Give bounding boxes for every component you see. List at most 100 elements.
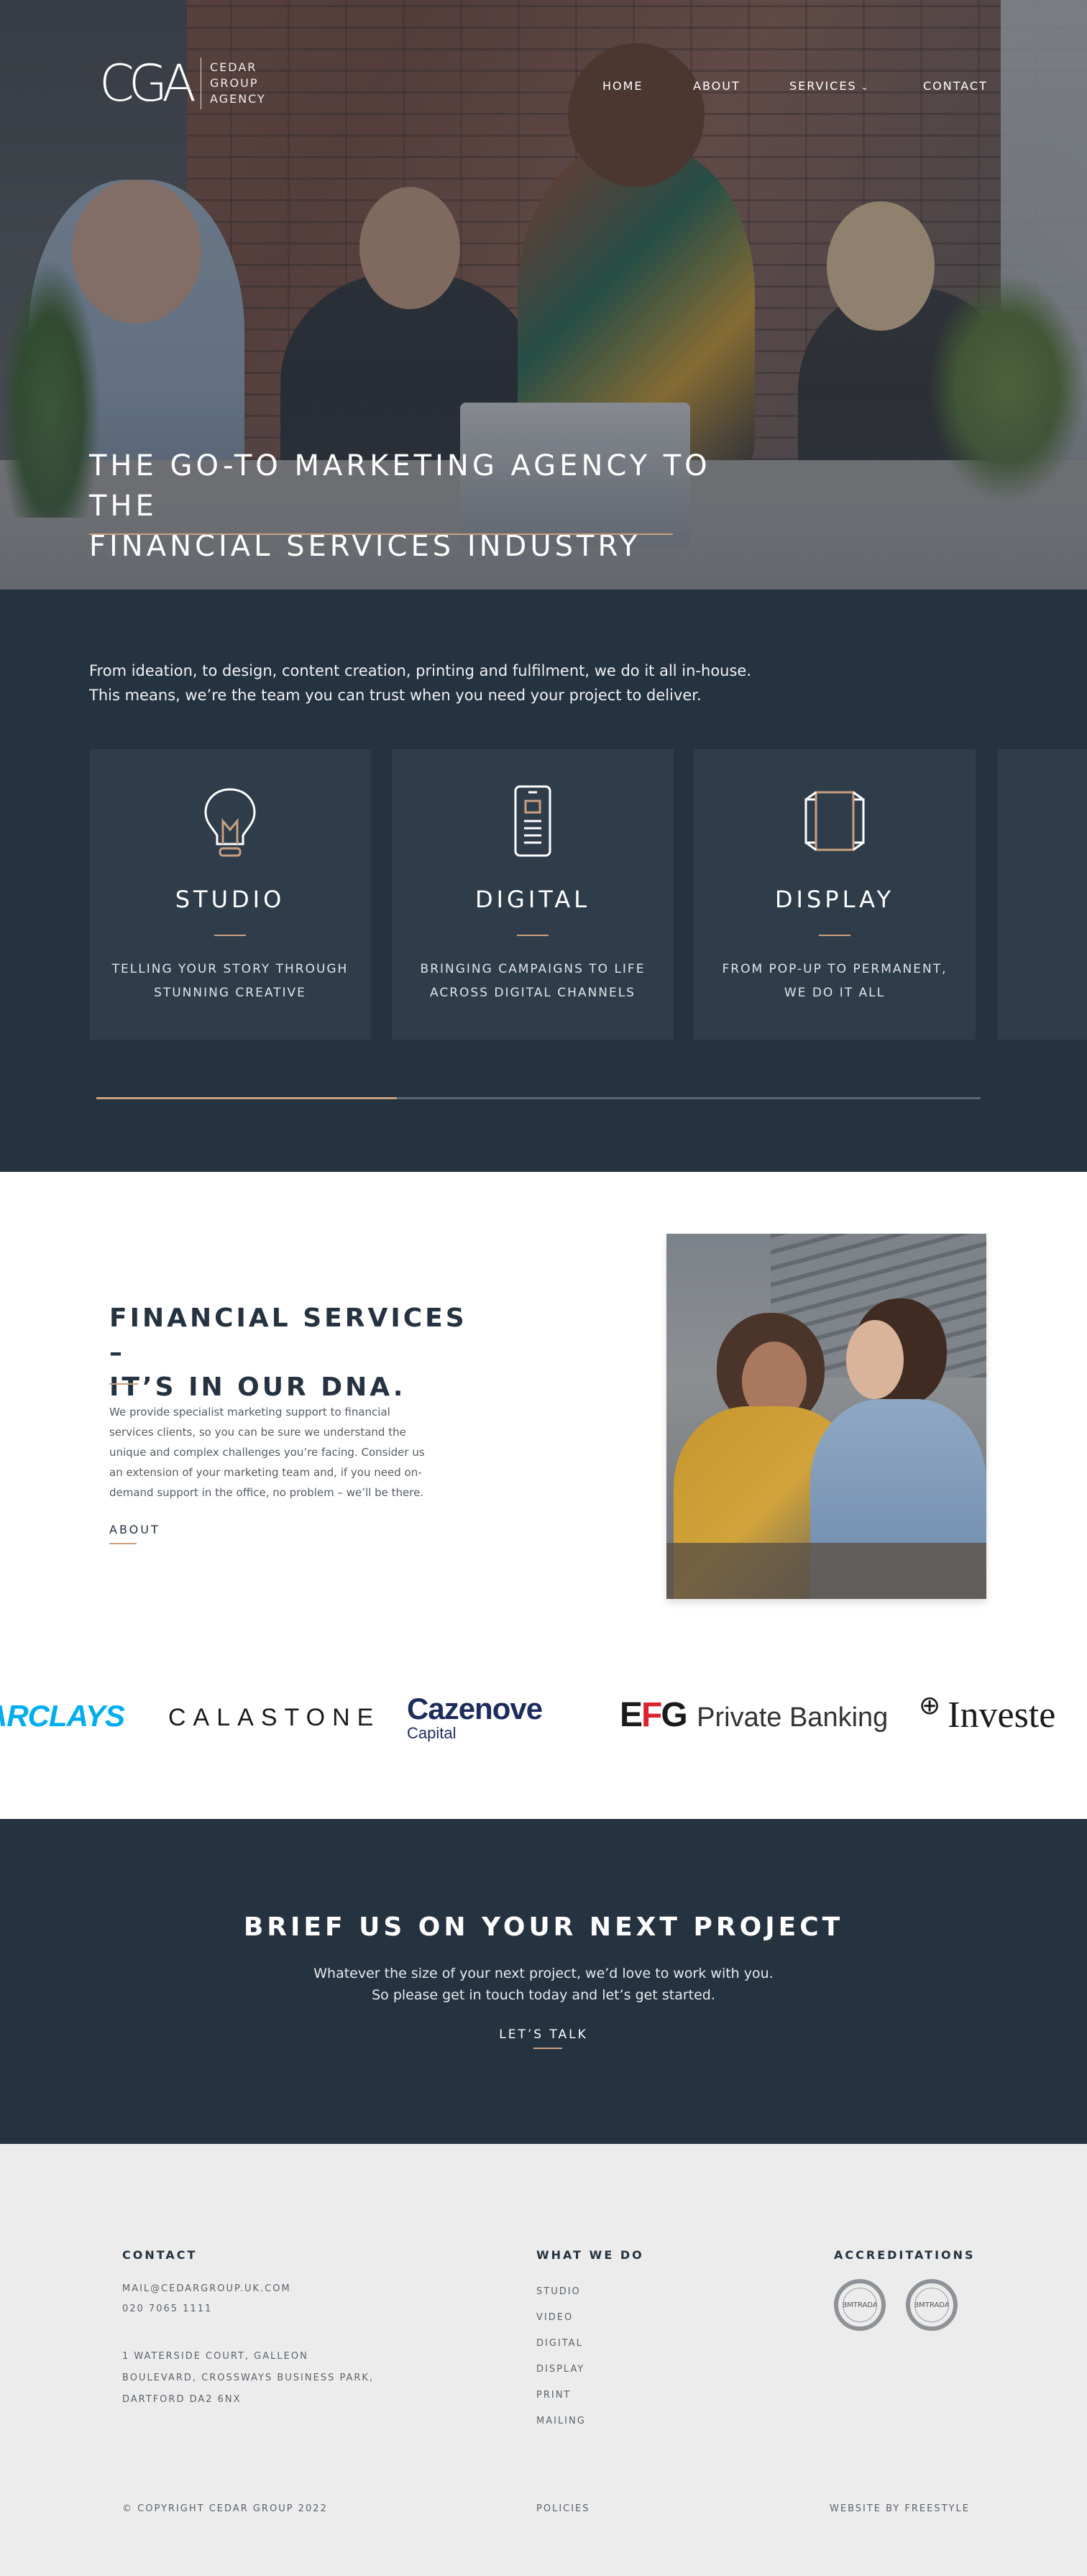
footer-link-print[interactable]: PRINT	[536, 2390, 571, 2401]
accreditation-badge-text: BMTRADA	[914, 2301, 950, 2309]
footer-link-studio[interactable]: STUDIO	[536, 2286, 581, 2297]
lightbulb-icon	[204, 788, 256, 857]
footer-address-line: BOULEVARD, CROSSWAYS BUSINESS PARK,	[122, 2373, 375, 2383]
footer-address-line: DARTFORD DA2 6NX	[122, 2394, 242, 2405]
financial-accent-rule	[109, 1383, 138, 1385]
services-intro: From ideation, to design, content creati…	[89, 659, 808, 707]
service-card-rule	[819, 935, 850, 936]
financial-title: FINANCIAL SERVICES – IT’S IN OUR DNA.	[109, 1301, 483, 1405]
client-logo-cazenove-name: Cazenove	[407, 1692, 543, 1725]
nav-services-label: SERVICES	[789, 79, 857, 93]
logo-word: CEDAR	[210, 60, 257, 74]
service-card-description-line: WE DO IT ALL	[784, 986, 886, 1000]
service-card-title: DIGITAL	[474, 886, 591, 913]
client-logo-efg: EFG Private Banking	[620, 1698, 888, 1733]
logo-word: GROUP	[210, 76, 259, 90]
lets-talk-underline	[533, 2048, 562, 2049]
cta-description-line: Whatever the size of your next project, …	[313, 1966, 774, 1981]
carousel-scrollbar-thumb[interactable]	[96, 1097, 398, 1099]
footer-contact-heading: CONTACT	[122, 2248, 198, 2262]
financial-title-line: IT’S IN OUR DNA.	[109, 1372, 406, 1402]
client-logo-calastone: CALASTONE	[168, 1704, 381, 1731]
footer-link-display[interactable]: DISPLAY	[536, 2364, 584, 2375]
photo-table	[666, 1543, 986, 1599]
site-footer: CONTACT MAIL@CEDARGROUP.UK.COM 020 7065 …	[0, 2144, 1087, 2576]
chevron-down-icon: ⌄	[861, 82, 870, 92]
logo-wordmark: CEDAR GROUP AGENCY	[210, 60, 266, 107]
client-logo-efg-mark: EFG	[620, 1696, 688, 1734]
footer-link-video[interactable]: VIDEO	[536, 2312, 573, 2323]
footer-copyright: © COPYRIGHT CEDAR GROUP 2022	[122, 2503, 328, 2514]
footer-email-link[interactable]: MAIL@CEDARGROUP.UK.COM	[122, 2283, 291, 2294]
footer-address-line: 1 WATERSIDE COURT, GALLEON	[122, 2351, 308, 2362]
services-section: From ideation, to design, content creati…	[0, 590, 1087, 1172]
nav-services-link[interactable]: SERVICES ⌄	[789, 79, 870, 93]
client-logo-cazenove-sub: Capital	[407, 1724, 457, 1742]
financial-section: FINANCIAL SERVICES – IT’S IN OUR DNA. We…	[0, 1172, 1087, 1625]
service-card-description-line: BRINGING CAMPAIGNS TO LIFE	[420, 962, 646, 976]
footer-what-we-do-heading: WHAT WE DO	[536, 2248, 644, 2262]
nav-home-link[interactable]: HOME	[602, 79, 643, 93]
hero-title: THE GO-TO MARKETING AGENCY TO THE FINANC…	[89, 446, 736, 567]
service-card-title: DISPLAY	[774, 886, 895, 913]
about-link[interactable]: ABOUT	[109, 1523, 160, 1536]
cta-description-line: So please get in touch today and let’s g…	[372, 1987, 715, 2003]
client-logo-investec-text: Investe	[948, 1695, 1056, 1736]
mobile-phone-icon	[514, 785, 551, 857]
cta-description: Whatever the size of your next project, …	[0, 1963, 1087, 2006]
service-card-description-line: FROM POP-UP TO PERMANENT,	[722, 962, 948, 976]
cta-title: BRIEF US ON YOUR NEXT PROJECT	[243, 1912, 844, 1942]
financial-description: We provide specialist marketing support …	[109, 1406, 425, 1499]
hero-title-line: THE GO-TO MARKETING AGENCY TO THE	[89, 449, 711, 523]
logo-mark: CGA	[99, 54, 196, 113]
footer-phone-link[interactable]: 020 7065 1111	[122, 2304, 212, 2314]
about-link-underline	[109, 1543, 137, 1544]
service-card-digital[interactable]: DIGITAL BRINGING CAMPAIGNS TO LIFE ACROS…	[392, 749, 674, 1040]
hero-accent-rule	[89, 533, 673, 535]
cta-section: BRIEF US ON YOUR NEXT PROJECT Whatever t…	[0, 1819, 1087, 2144]
service-card-description: TELLING YOUR STORY THROUGH STUNNING CREA…	[89, 958, 371, 1005]
financial-title-line: FINANCIAL SERVICES –	[109, 1303, 467, 1367]
service-card-rule	[517, 935, 549, 936]
client-logo-efg-text: Private Banking	[697, 1702, 889, 1733]
services-intro-line: From ideation, to design, content creati…	[89, 662, 752, 679]
client-logo-cazenove: Cazenove Capital	[407, 1692, 543, 1742]
nav-contact-link[interactable]: CONTACT	[923, 79, 988, 93]
client-logo-efg-letter: F	[641, 1696, 662, 1734]
footer-credit-link[interactable]: WEBSITE BY FREESTYLE	[830, 2503, 970, 2514]
service-card-studio[interactable]: STUDIO TELLING YOUR STORY THROUGH STUNNI…	[89, 749, 371, 1040]
service-card-display[interactable]: DISPLAY FROM POP-UP TO PERMANENT, WE DO …	[694, 749, 976, 1040]
service-card-description-line: STUNNING CREATIVE	[154, 986, 306, 1000]
client-logo-investec: ⊕ Investe	[919, 1692, 1056, 1736]
service-card-description: BRINGING CAMPAIGNS TO LIFE ACROSS DIGITA…	[392, 958, 674, 1005]
service-card-rule	[214, 935, 246, 936]
crosshair-icon: ⊕	[919, 1691, 941, 1720]
logo-word: AGENCY	[210, 92, 266, 106]
lets-talk-link[interactable]: LET’S TALK	[0, 2027, 1087, 2042]
service-card-partial[interactable]	[997, 749, 1087, 1040]
footer-link-digital[interactable]: DIGITAL	[536, 2338, 583, 2349]
client-logo-barclays: ARCLAYS	[0, 1699, 125, 1733]
footer-policies-link[interactable]: POLICIES	[536, 2503, 590, 2514]
carousel-scrollbar[interactable]	[96, 1097, 981, 1099]
hero-section: CGA CEDAR GROUP AGENCY HOME ABOUT SERVIC…	[0, 0, 1087, 590]
client-logo-efg-letter: E	[620, 1696, 643, 1734]
service-card-description-line: TELLING YOUR STORY THROUGH	[111, 962, 349, 976]
accreditation-badge-text: BMTRADA	[842, 2301, 878, 2309]
display-stand-icon	[804, 791, 865, 851]
accreditation-badge: BMTRADA	[906, 2279, 958, 2331]
financial-photo	[666, 1234, 986, 1599]
service-card-title: STUDIO	[175, 886, 285, 913]
nav-about-link[interactable]: ABOUT	[693, 79, 740, 93]
services-intro-line: This means, we’re the team you can trust…	[89, 687, 702, 704]
service-card-description-line: ACROSS DIGITAL CHANNELS	[430, 986, 636, 1000]
client-logos-strip: ARCLAYS CALASTONE Cazenove Capital EFG P…	[0, 1625, 1087, 1819]
accreditation-badge: BMTRADA	[834, 2279, 886, 2331]
hero-title-line: FINANCIAL SERVICES INDUSTRY	[89, 530, 641, 563]
site-logo[interactable]: CGA CEDAR GROUP AGENCY	[99, 58, 266, 109]
photo-person-face	[846, 1320, 904, 1399]
service-card-description: FROM POP-UP TO PERMANENT, WE DO IT ALL	[694, 958, 976, 1005]
client-logo-efg-letter: G	[661, 1696, 687, 1734]
footer-link-mailing[interactable]: MAILING	[536, 2416, 586, 2426]
footer-accreditations-heading: ACCREDITATIONS	[834, 2248, 976, 2262]
